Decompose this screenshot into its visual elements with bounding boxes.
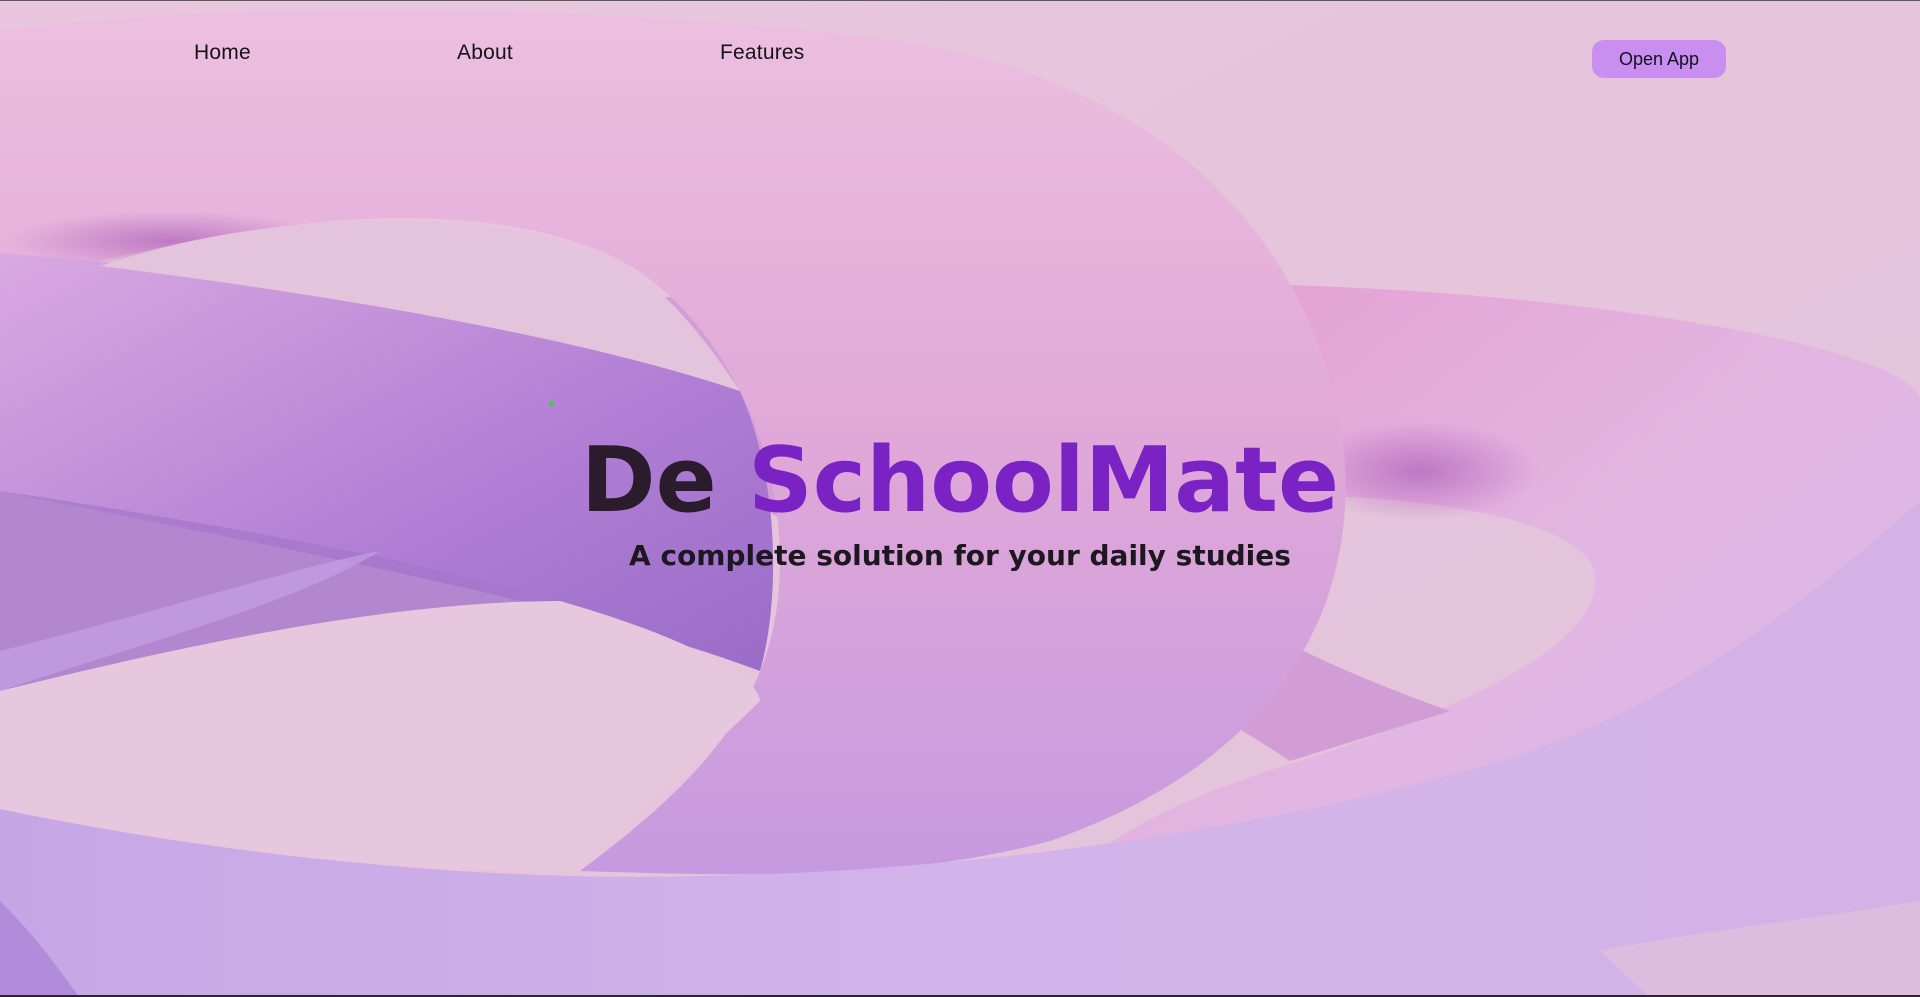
hero-title-brand: SchoolMate: [747, 428, 1340, 533]
nav-link-about[interactable]: About: [457, 41, 513, 65]
landing-page: Home About Features Open App De SchoolMa…: [0, 0, 1920, 997]
top-navigation: Home About Features Open App: [0, 1, 1920, 111]
nav-link-features[interactable]: Features: [720, 41, 804, 65]
open-app-button[interactable]: Open App: [1592, 40, 1726, 78]
nav-link-home[interactable]: Home: [194, 41, 251, 65]
cursor-indicator: [549, 401, 554, 406]
hero-section: De SchoolMate A complete solution for yo…: [0, 426, 1920, 576]
hero-title-prefix: De: [580, 428, 717, 533]
hero-title: De SchoolMate: [0, 426, 1920, 536]
hero-subtitle: A complete solution for your daily studi…: [629, 539, 1291, 572]
